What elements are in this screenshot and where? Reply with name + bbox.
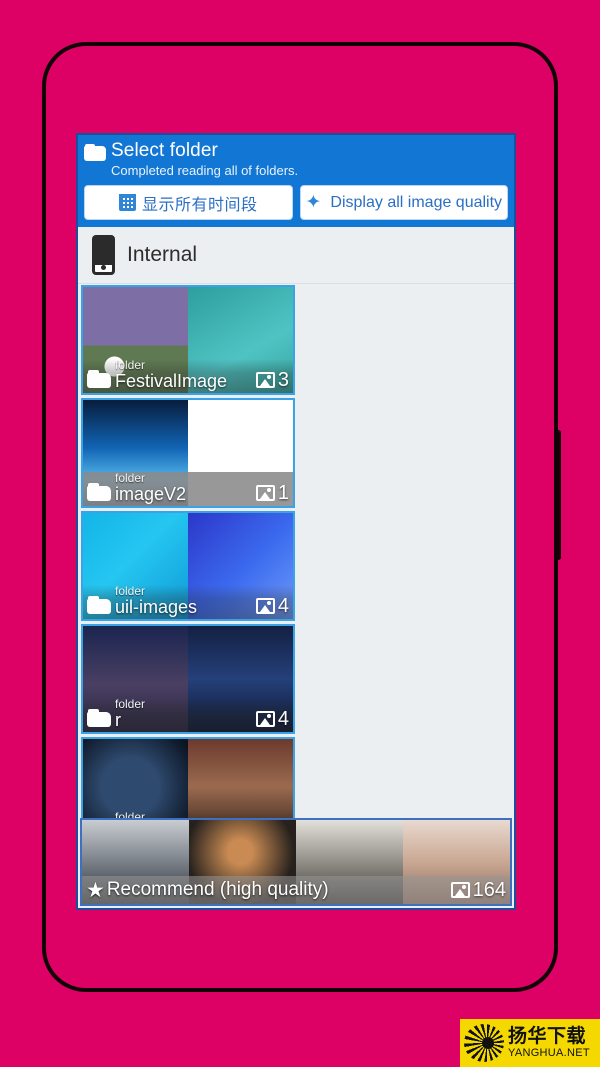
picture-icon [255, 598, 275, 614]
app-window: Select folder Completed reading all of f… [76, 133, 516, 910]
watermark-en-text: YANGHUA.NET [508, 1047, 590, 1059]
folder-kind-label: folder [115, 359, 146, 372]
recommend-label-text: Recommend (high quality) [106, 879, 329, 900]
display-all-image-quality-label: Display all image quality [330, 193, 503, 211]
folder-count: 4 [255, 595, 289, 617]
app-header: Select folder Completed reading all of f… [78, 135, 514, 227]
phone-storage-icon [92, 235, 115, 275]
header-button-row: 显示所有时间段 ✦ Display all image quality [84, 185, 508, 220]
show-all-time-ranges-button[interactable]: 显示所有时间段 [84, 185, 293, 220]
header-title-row: Select folder [84, 140, 508, 162]
folder-name-label: imageV2 [115, 485, 187, 504]
watermark-text: 扬华下载 YANGHUA.NET [508, 1027, 590, 1059]
folder-icon [87, 596, 111, 614]
folder-count-value: 4 [277, 595, 289, 617]
folder-name-label: uil-images [115, 598, 198, 617]
folder-count-value: 1 [277, 482, 289, 504]
folder-card[interactable]: folder uil-images 4 [81, 511, 295, 621]
folder-icon [84, 144, 106, 161]
folder-grid: folder FestivalImage 3 folder imageV2 1 folder… [78, 284, 514, 864]
folder-label-overlay: folder FestivalImage 3 [83, 359, 293, 393]
storage-label: Internal [127, 243, 198, 266]
folder-icon [87, 370, 111, 388]
picture-icon [255, 372, 275, 388]
picture-icon [450, 881, 470, 898]
folder-label-text: folder FestivalImage [115, 359, 256, 391]
folder-name-label: FestivalImage [115, 372, 228, 391]
folder-icon [87, 483, 111, 501]
recommend-count-value: 164 [472, 878, 506, 901]
watermark: 扬华下载 YANGHUA.NET [460, 1019, 600, 1067]
folder-kind-label: folder [115, 472, 146, 485]
folder-label-text: folder imageV2 [115, 472, 256, 504]
folder-icon [87, 709, 111, 727]
phone-side-button[interactable] [556, 430, 561, 560]
page-title: Select folder [111, 140, 218, 161]
recommend-bar[interactable]: ★ Recommend (high quality) 164 [80, 818, 512, 906]
folder-kind-label: folder [115, 698, 146, 711]
folder-card[interactable]: folder FestivalImage 3 [81, 285, 295, 395]
folder-count-value: 4 [277, 708, 289, 730]
folder-count: 3 [255, 369, 289, 391]
folder-label-text: folder r [115, 698, 256, 730]
calendar-icon [118, 194, 136, 211]
watermark-cn-text: 扬华下载 [508, 1026, 587, 1047]
watermark-logo-icon [464, 1024, 504, 1062]
folder-count-value: 3 [277, 369, 289, 391]
folder-count: 4 [255, 708, 289, 730]
storage-section-header[interactable]: Internal [78, 227, 514, 284]
sparkle-icon: ✦ [305, 192, 322, 213]
star-icon: ★ [86, 878, 105, 902]
folder-label-overlay: folder r 4 [83, 698, 293, 732]
folder-count: 1 [255, 482, 289, 504]
folder-label-overlay: folder imageV2 1 [83, 472, 293, 506]
recommend-label-overlay: ★ Recommend (high quality) 164 [82, 876, 510, 904]
folder-label-overlay: folder uil-images 4 [83, 585, 293, 619]
picture-icon [255, 485, 275, 501]
folder-name-label: r [115, 711, 121, 730]
show-all-time-ranges-label: 显示所有时间段 [141, 196, 258, 214]
header-status-text: Completed reading all of folders. [111, 163, 299, 178]
picture-icon [255, 711, 275, 727]
folder-kind-label: folder [115, 585, 146, 598]
folder-card[interactable]: folder imageV2 1 [81, 398, 295, 508]
display-all-image-quality-button[interactable]: ✦ Display all image quality [299, 185, 508, 220]
recommend-count: 164 [450, 878, 506, 901]
folder-card[interactable]: folder r 4 [81, 624, 295, 734]
folder-label-text: folderuil-images [115, 585, 256, 617]
